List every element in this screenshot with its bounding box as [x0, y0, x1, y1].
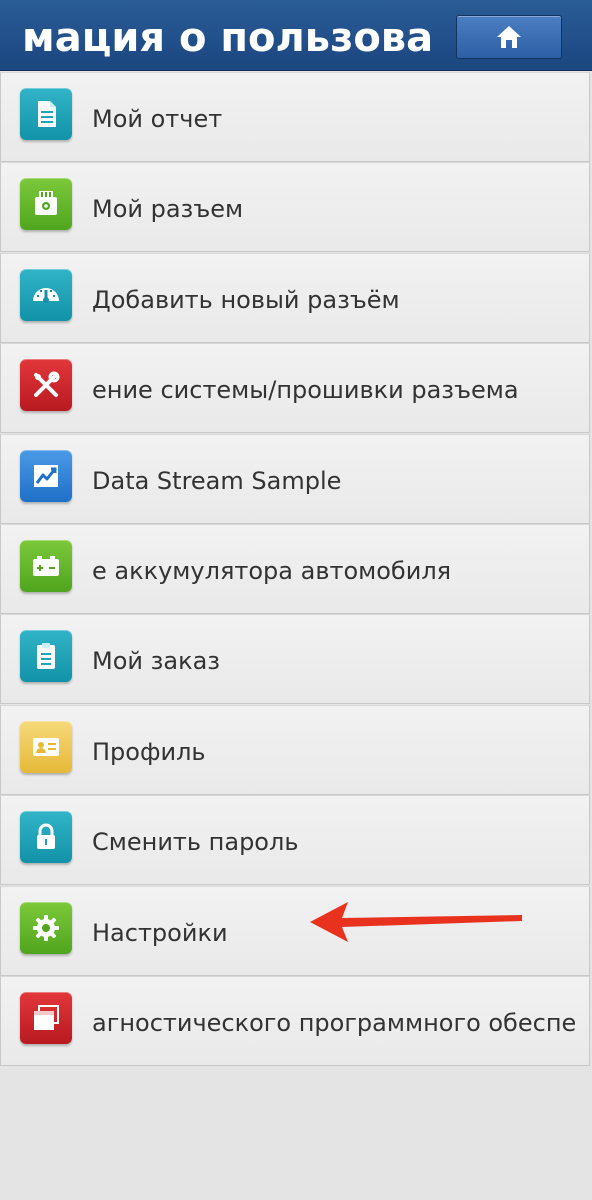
- id-card-icon: [20, 720, 72, 773]
- menu-item-label: Мой разъем: [92, 195, 244, 224]
- menu-item-my-report[interactable]: Мой отчет: [0, 72, 590, 162]
- window-icon: [20, 991, 72, 1044]
- menu-item-my-connector[interactable]: Мой разъем: [0, 162, 590, 253]
- menu-item-firmware-update[interactable]: ение системы/прошивки разъема: [0, 343, 590, 434]
- menu-item-label: Мой отчет: [92, 105, 223, 133]
- menu-item-label: Сменить пароль: [92, 828, 299, 857]
- gauge-icon: [20, 268, 72, 321]
- menu-item-label: е аккумулятора автомобиля: [92, 556, 452, 585]
- app-header: мация о пользова: [0, 0, 592, 71]
- home-icon: [497, 26, 521, 48]
- lock-icon: [20, 811, 72, 864]
- battery-icon: [20, 539, 72, 592]
- red-arrow-icon: [310, 902, 522, 942]
- menu-item-label: Профиль: [92, 737, 206, 766]
- chart-icon: [20, 449, 72, 502]
- clipboard-icon: [20, 630, 72, 683]
- menu-item-add-connector[interactable]: Добавить новый разъём: [0, 252, 590, 343]
- menu-item-data-stream-sample[interactable]: Data Stream Sample: [0, 433, 590, 524]
- gear-icon: [20, 901, 72, 954]
- report-icon: [20, 88, 72, 140]
- menu-item-software[interactable]: агностического программного обеспе: [0, 975, 590, 1066]
- page-title: мация о пользова: [22, 15, 432, 61]
- menu-item-change-password[interactable]: Сменить пароль: [0, 795, 590, 886]
- menu-item-label: ение системы/прошивки разъема: [92, 376, 519, 405]
- tools-icon: [20, 359, 72, 412]
- menu-item-label: Добавить новый разъём: [92, 285, 400, 314]
- menu-item-label: агностического программного обеспе: [92, 1008, 577, 1037]
- home-button[interactable]: [456, 15, 562, 59]
- menu-item-battery[interactable]: е аккумулятора автомобиля: [0, 523, 590, 614]
- connector-icon: [20, 178, 72, 231]
- menu-item-profile[interactable]: Профиль: [0, 704, 590, 795]
- menu-item-label: Data Stream Sample: [92, 466, 342, 495]
- menu-item-label: Мой заказ: [92, 647, 221, 676]
- menu-item-my-order[interactable]: Мой заказ: [0, 614, 590, 705]
